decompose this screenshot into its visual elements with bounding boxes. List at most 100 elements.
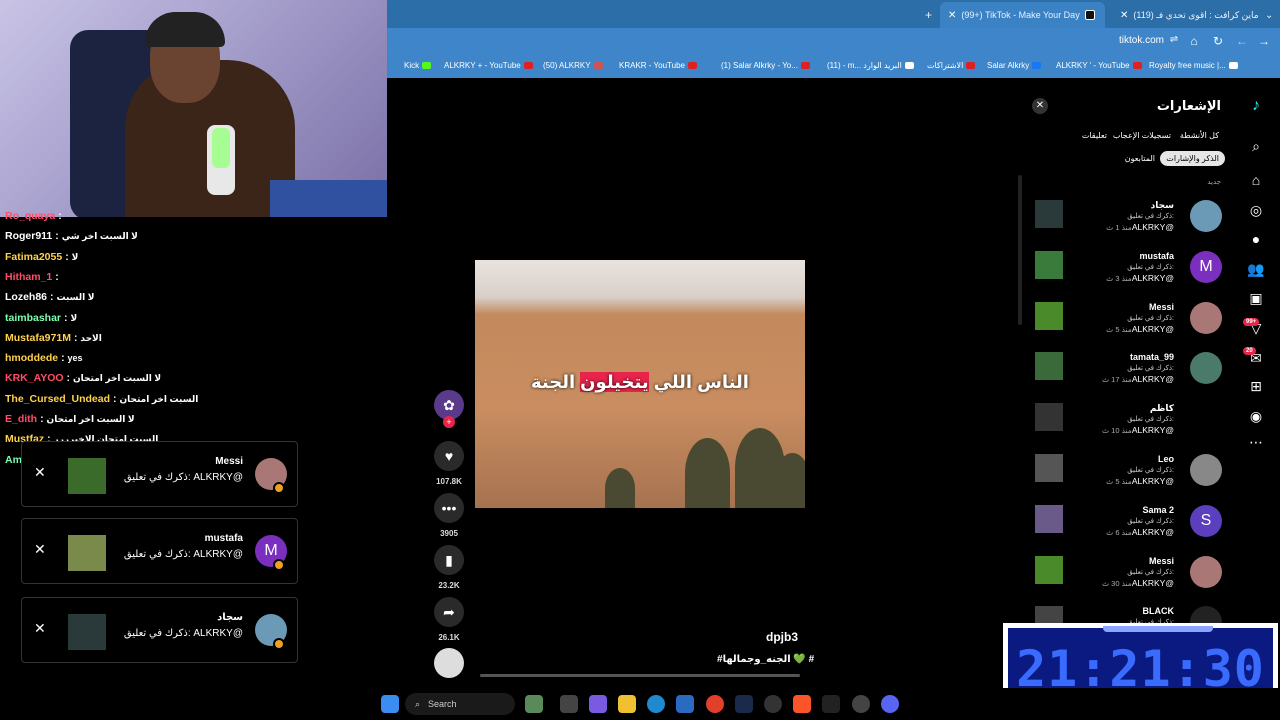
discord-icon[interactable] — [881, 695, 899, 713]
bookmark-item[interactable]: الاشتراكات — [927, 61, 976, 70]
notification-user[interactable]: Sama 2 — [1142, 505, 1174, 515]
panel-scrollbar[interactable] — [1018, 175, 1022, 325]
bookmark-item[interactable]: (11) - m... البريد الوارد — [827, 61, 914, 70]
notification-item[interactable]: tamata_99 ذكرك في تعليق: منذ 17 ثALKRKY@ — [1032, 352, 1222, 402]
share-button[interactable]: ➦ 26.1K — [434, 597, 464, 642]
bookmark-item[interactable]: Salar Alkrky — [987, 61, 1042, 70]
like-button[interactable]: ♥ 107.8K — [434, 441, 464, 486]
search-icon[interactable]: ⌕ — [1246, 136, 1266, 156]
video-player[interactable]: الناس اللي يتخيلون الجنة — [475, 260, 805, 508]
notification-user[interactable]: سجاد — [1151, 200, 1174, 211]
explore-icon[interactable]: ◎ — [1246, 200, 1266, 220]
chat-username[interactable]: The_Cursed_Undead — [5, 393, 110, 405]
edge-icon[interactable] — [647, 695, 665, 713]
notification-item[interactable]: Messi ذكرك في تعليق: منذ 30 ثALKRKY@ — [1032, 555, 1222, 606]
settings-icon[interactable] — [764, 695, 782, 713]
notification-item[interactable]: كاظم ذكرك في تعليق: منذ 10 ثALKRKY@ — [1032, 403, 1222, 453]
notification-user[interactable]: Messi — [1149, 302, 1174, 312]
chat-username[interactable]: taimbashar — [5, 312, 61, 324]
chat-username[interactable]: Hitham_1 — [5, 271, 52, 283]
tab-minecraft[interactable]: ✕ (119) ماين كرافت : اقوى تحدي فـ — [1112, 2, 1262, 28]
bookmark-item[interactable]: (1) Salar Alkrky - Yo... — [721, 61, 810, 70]
upload-icon[interactable]: ⊞ — [1246, 376, 1266, 396]
follow-plus-icon[interactable]: + — [443, 416, 455, 428]
chip-mentions[interactable]: الذكر والإشارات — [1160, 151, 1225, 166]
task-view-icon[interactable] — [560, 695, 578, 713]
live-icon[interactable]: ▣ — [1246, 288, 1266, 308]
tiktok-logo-icon[interactable]: ♪ — [1246, 96, 1266, 116]
bookmark-item[interactable]: ALKRKY + - YouTube — [444, 61, 533, 70]
forward-icon[interactable]: ← — [1234, 34, 1250, 48]
copilot-icon[interactable] — [589, 695, 607, 713]
chat-username[interactable]: hmoddede — [5, 352, 58, 364]
obs-icon[interactable] — [852, 695, 870, 713]
notification-item[interactable]: Leo ذكرك في تعليق: منذ 5 ثALKRKY@ — [1032, 454, 1222, 504]
profile-icon[interactable]: ◉ — [1246, 406, 1266, 426]
comment-button[interactable]: ••• 3905 — [434, 493, 464, 538]
chat-username[interactable]: KRK_AYOO — [5, 372, 64, 384]
chat-username[interactable]: Lozeh86 — [5, 291, 47, 303]
chrome-icon[interactable] — [706, 695, 724, 713]
bookmark-item[interactable]: Royalty free music |... — [1149, 61, 1238, 70]
home-icon[interactable]: ⌂ — [1246, 170, 1266, 190]
bookmark-item[interactable]: (50) ALKRKY — [543, 61, 603, 70]
notification-user[interactable]: كاظم — [1150, 403, 1174, 414]
capcut-icon[interactable] — [822, 695, 840, 713]
close-tab-icon[interactable]: ✕ — [1120, 10, 1128, 21]
chat-username[interactable]: Fatima2055 — [5, 251, 62, 263]
bookmark-item[interactable]: ALKRKY ' - YouTube — [1056, 61, 1142, 70]
avatar[interactable] — [1190, 301, 1222, 334]
notification-user[interactable]: mustafa — [1139, 251, 1174, 261]
profile-avatar-icon[interactable]: ● — [1246, 229, 1266, 249]
tab-list-icon[interactable]: ⌄ — [1257, 2, 1277, 28]
video-thumbnail[interactable] — [1035, 555, 1063, 584]
avatar[interactable] — [1190, 200, 1222, 232]
widgets-icon[interactable] — [525, 695, 543, 713]
start-icon[interactable] — [381, 695, 399, 713]
video-thumbnail[interactable] — [1035, 301, 1063, 330]
store-icon[interactable] — [676, 695, 694, 713]
notification-item[interactable]: Messi ذكرك في تعليق: منذ 5 ثALKRKY@ — [1032, 301, 1222, 352]
chat-username[interactable]: Mustafa971M — [5, 332, 71, 344]
notification-item[interactable]: سجاد ذكرك في تعليق: منذ 1 ثALKRKY@ — [1032, 200, 1222, 250]
close-icon[interactable]: ✕ — [34, 464, 46, 481]
file-explorer-icon[interactable] — [618, 695, 636, 713]
author-avatar-button[interactable]: ✿ + — [434, 390, 464, 428]
avatar[interactable] — [1190, 352, 1222, 385]
video-author[interactable]: dpjb3 — [766, 630, 798, 644]
notification-user[interactable]: Messi — [1149, 556, 1174, 566]
home-icon[interactable]: ⌂ — [1186, 34, 1202, 48]
new-tab-button[interactable]: + — [917, 2, 937, 28]
chip-comments[interactable]: تعليقات — [1076, 128, 1113, 143]
bookmark-item[interactable]: Kick — [404, 61, 432, 70]
steam-icon[interactable] — [735, 695, 753, 713]
more-icon[interactable]: ⋯ — [1246, 432, 1266, 452]
url-field[interactable]: tiktok.com — [1119, 35, 1164, 46]
video-thumbnail[interactable] — [1035, 403, 1063, 432]
chat-username[interactable]: E_dith — [5, 413, 37, 425]
music-disc-button[interactable] — [434, 648, 464, 678]
bookmark-item[interactable]: KRAKR - YouTube — [619, 61, 697, 70]
site-settings-icon[interactable]: ⇌ — [1166, 34, 1182, 45]
close-tab-icon[interactable]: ✕ — [948, 10, 956, 21]
avatar[interactable]: S — [1190, 504, 1222, 537]
back-icon[interactable]: → — [1256, 34, 1272, 48]
video-thumbnail[interactable] — [1035, 250, 1063, 279]
notification-user[interactable]: Leo — [1158, 454, 1174, 464]
notification-user[interactable]: BLACK — [1143, 606, 1175, 616]
notification-user[interactable]: tamata_99 — [1130, 352, 1174, 362]
video-thumbnail[interactable] — [1035, 352, 1063, 381]
chat-username[interactable]: Ro_quaya — [5, 210, 55, 222]
chip-followers[interactable]: المتابعون — [1119, 151, 1161, 166]
tab-tiktok[interactable]: ✕ (99+) TikTok - Make Your Day — [940, 2, 1105, 28]
close-icon[interactable]: ✕ — [34, 541, 46, 558]
video-thumbnail[interactable] — [1035, 200, 1063, 228]
video-hashtags[interactable]: #الجنه_وجمالها 💚 # — [717, 654, 814, 665]
avatar[interactable] — [1190, 403, 1222, 436]
avatar[interactable] — [1190, 454, 1222, 486]
save-button[interactable]: ▮ 23.2K — [434, 545, 464, 590]
notification-item[interactable]: Sama 2 ذكرك في تعليق: منذ 6 ثALKRKY@ S — [1032, 504, 1222, 555]
avatar[interactable] — [1190, 555, 1222, 588]
video-thumbnail[interactable] — [1035, 454, 1063, 482]
avatar[interactable]: M — [1190, 250, 1222, 283]
